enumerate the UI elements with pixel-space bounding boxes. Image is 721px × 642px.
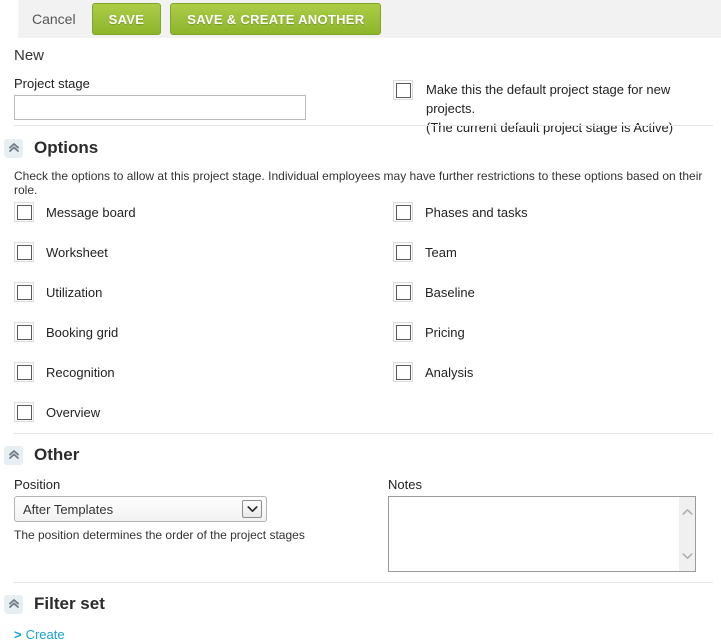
chevron-double-up-icon[interactable] [4,446,23,465]
option-label: Message board [46,205,136,220]
chevron-double-up-icon[interactable] [4,139,23,158]
option-row-overview[interactable]: Overview [14,402,136,422]
notes-textarea[interactable] [389,497,695,571]
project-stage-label: Project stage [14,76,306,91]
option-label: Recognition [46,365,115,380]
option-row-utilization[interactable]: Utilization [14,282,136,302]
checkbox-booking-grid[interactable] [14,322,34,342]
option-row-recognition[interactable]: Recognition [14,362,136,382]
default-project-stage-checkbox[interactable] [393,80,413,100]
divider-other [14,433,713,434]
position-label: Position [14,477,305,492]
option-label: Phases and tasks [425,205,528,220]
options-section-title: Options [34,138,98,158]
checkbox-pricing[interactable] [393,322,413,342]
checkbox-team[interactable] [393,242,413,262]
options-left-column: Message board Worksheet Utilization Book… [14,202,136,422]
default-project-stage-line2: (The current default project stage is Ac… [426,118,721,137]
notes-scrollbar[interactable] [678,497,695,571]
options-helper-text: Check the options to allow at this proje… [14,169,721,197]
position-select[interactable]: After Templates [14,496,267,522]
option-row-booking-grid[interactable]: Booking grid [14,322,136,342]
option-row-worksheet[interactable]: Worksheet [14,242,136,262]
chevron-down-icon[interactable] [682,547,693,565]
option-label: Baseline [425,285,475,300]
notes-label: Notes [388,477,696,492]
action-toolbar: Cancel SAVE SAVE & CREATE ANOTHER [18,0,721,38]
option-label: Overview [46,405,100,420]
chevron-double-up-icon[interactable] [4,595,23,614]
project-stage-input[interactable] [14,95,306,120]
chevron-right-icon: > [14,627,22,642]
filter-set-section-header: Filter set [4,594,105,614]
option-label: Analysis [425,365,473,380]
checkbox-baseline[interactable] [393,282,413,302]
default-project-stage-field: Make this the default project stage for … [393,80,721,137]
save-and-create-another-button[interactable]: SAVE & CREATE ANOTHER [170,3,381,35]
option-label: Booking grid [46,325,118,340]
divider-filter-set [14,582,713,583]
save-button[interactable]: SAVE [92,3,162,35]
checkbox-utilization[interactable] [14,282,34,302]
other-section-header: Other [4,445,79,465]
checkbox-overview[interactable] [14,402,34,422]
create-filter-set-link[interactable]: > Create [14,627,65,642]
divider-options [14,125,713,126]
cancel-button[interactable]: Cancel [18,2,92,36]
chevron-down-icon[interactable] [242,500,262,518]
checkbox-message-board[interactable] [14,202,34,222]
option-label: Utilization [46,285,102,300]
option-label: Team [425,245,457,260]
option-row-team[interactable]: Team [393,242,528,262]
option-row-pricing[interactable]: Pricing [393,322,528,342]
notes-field: Notes [388,477,696,572]
page-title: New [14,47,44,64]
create-link-label: Create [26,627,65,642]
option-row-message-board[interactable]: Message board [14,202,136,222]
position-selected-value: After Templates [23,502,113,517]
checkbox-recognition[interactable] [14,362,34,382]
checkbox-phases-and-tasks[interactable] [393,202,413,222]
position-helper-text: The position determines the order of the… [14,528,305,542]
option-row-analysis[interactable]: Analysis [393,362,528,382]
position-field: Position After Templates The position de… [14,477,305,542]
form-body: New Project stage Make this the default … [0,38,721,641]
option-row-phases-and-tasks[interactable]: Phases and tasks [393,202,528,222]
default-project-stage-line1: Make this the default project stage for … [426,80,721,118]
project-stage-field: Project stage [14,76,306,120]
other-section-title: Other [34,445,79,465]
option-label: Worksheet [46,245,108,260]
options-right-column: Phases and tasks Team Baseline Pricing A… [393,202,528,382]
option-row-baseline[interactable]: Baseline [393,282,528,302]
filter-set-section-title: Filter set [34,594,105,614]
chevron-up-icon[interactable] [682,503,693,521]
option-label: Pricing [425,325,465,340]
notes-textarea-wrapper [388,496,696,572]
checkbox-worksheet[interactable] [14,242,34,262]
checkbox-analysis[interactable] [393,362,413,382]
options-section-header: Options [4,138,98,158]
